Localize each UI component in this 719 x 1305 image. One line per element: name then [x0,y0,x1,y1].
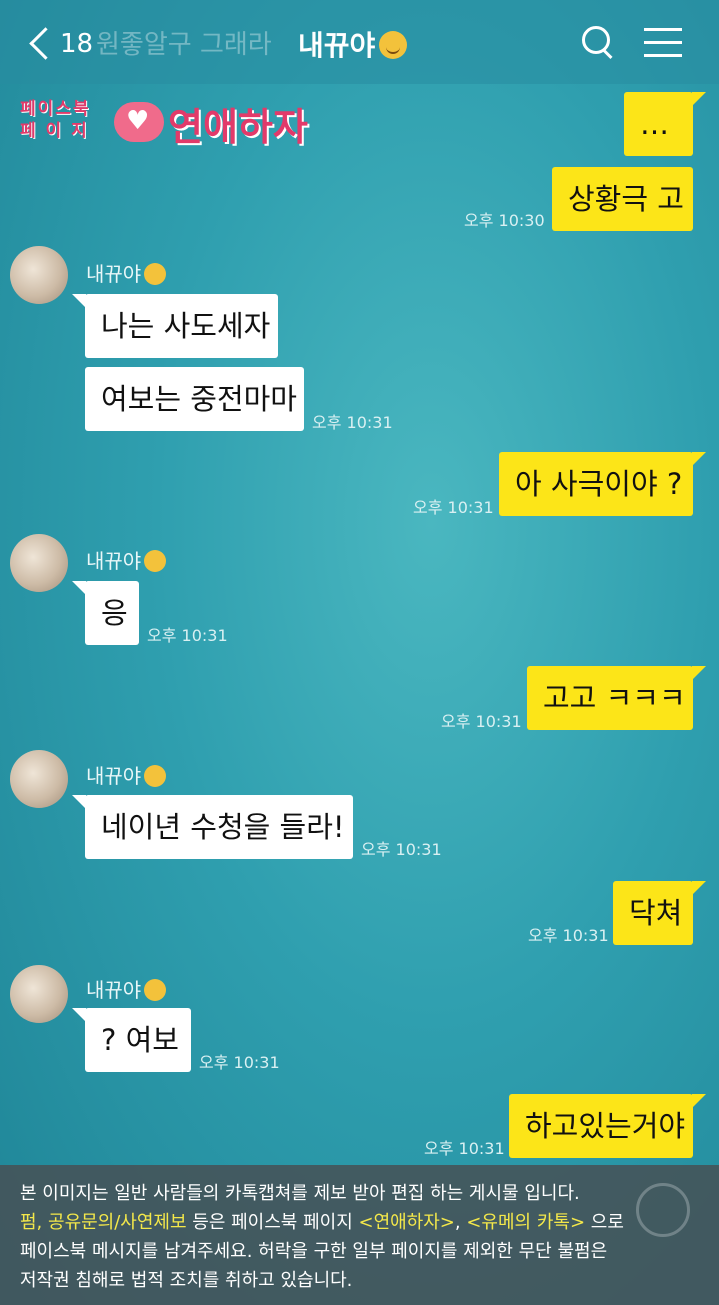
message-timestamp: 오후 10:31 [147,626,228,645]
chat-title: 내뀨야 [298,24,408,64]
wink-emoji-icon [379,31,408,59]
notice-line-1: 본 이미지는 일반 사람들의 카톡캡쳐를 제보 받아 편집 하는 게시물 입니다… [20,1183,580,1204]
hamburger-line [644,54,682,57]
message-timestamp: 오후 10:31 [424,1139,505,1158]
notice-line-4: 저작권 침해로 법적 조치를 취하고 있습니다. [20,1270,353,1291]
chevron-left-icon [29,27,62,60]
incoming-message[interactable]: 응 [72,581,139,645]
chat-title-text: 내뀨야 [298,29,376,62]
notice-line-2: 펌, 공유문의/사연제보 등은 페이스북 페이지 <연애하자>, <유메의 카톡… [20,1208,699,1237]
outgoing-message[interactable]: 닥쳐 [613,881,706,945]
incoming-message[interactable]: 여보는 중전마마 [85,367,304,431]
sender-name: 내뀨야 [86,545,167,574]
notice-highlight: 펌, 공유문의/사연제보 [20,1212,187,1233]
outgoing-message[interactable]: … [624,92,706,156]
logo-title: 연애하자 [168,105,308,149]
message-timestamp: 오후 10:31 [528,926,609,945]
wink-emoji-icon [144,765,167,787]
message-timestamp: 오후 10:31 [441,712,522,731]
heart-icon [114,102,164,142]
logo-line2: 페 이 지 [20,121,89,141]
avatar[interactable] [10,246,68,304]
outgoing-message[interactable]: 고고 ㅋㅋㅋ [527,666,706,730]
sender-name: 내뀨야 [86,760,167,789]
chat-header: 18 원좋알구 그래라 내뀨야 [0,0,719,84]
wink-emoji-icon [144,979,167,1001]
sender-name: 내뀨야 [86,258,167,287]
avatar[interactable] [10,750,68,808]
avatar[interactable] [10,965,68,1023]
incoming-message[interactable]: 나는 사도세자 [72,294,278,358]
sender-name-text: 내뀨야 [86,764,142,788]
message-timestamp: 오후 10:31 [413,498,494,517]
notice-text: 으로 [585,1212,624,1233]
sender-name-text: 내뀨야 [86,549,142,573]
copyright-notice: 본 이미지는 일반 사람들의 카톡캡쳐를 제보 받아 편집 하는 게시물 입니다… [0,1165,719,1305]
unread-count: 18 [60,29,94,59]
search-button[interactable] [580,24,618,62]
hamburger-line [644,41,682,44]
back-button[interactable]: 18 [24,22,94,66]
notice-highlight: <연애하자> [358,1212,455,1233]
message-timestamp: 오후 10:31 [312,413,393,432]
notice-line-3: 페이스북 메시지를 남겨주세요. 허락을 구한 일부 페이지를 제외한 무단 불… [20,1241,608,1262]
background-title-text: 원좋알구 그래라 [96,30,272,60]
menu-button[interactable] [644,26,684,60]
page-logo: 페이스북 페 이 지 연애하자 [18,92,308,158]
wink-emoji-icon [144,550,167,572]
incoming-message[interactable]: 네이년 수청을 들라! [72,795,353,859]
sender-name-text: 내뀨야 [86,978,142,1002]
emoji-button-icon [636,1183,690,1237]
search-icon-handle [601,48,613,60]
wink-emoji-icon [144,263,167,285]
outgoing-message[interactable]: 하고있는거야 [509,1094,706,1158]
logo-line1: 페이스북 [20,99,91,119]
message-timestamp: 오후 10:30 [464,211,545,230]
hamburger-icon [644,28,682,31]
message-timestamp: 오후 10:31 [199,1053,280,1072]
outgoing-message[interactable]: 상황극 고 [552,167,693,231]
outgoing-message[interactable]: 아 사극이야 ? [499,452,706,516]
avatar[interactable] [10,534,68,592]
sender-name-text: 내뀨야 [86,262,142,286]
notice-text: 등은 페이스북 페이지 [186,1212,359,1233]
incoming-message[interactable]: ? 여보 [72,1008,191,1072]
logo-subtitle: 페이스북 페 이 지 [20,98,91,142]
notice-highlight: <유메의 카톡> [466,1212,586,1233]
message-timestamp: 오후 10:31 [361,840,442,859]
sender-name: 내뀨야 [86,974,167,1003]
notice-text: , [454,1212,467,1233]
